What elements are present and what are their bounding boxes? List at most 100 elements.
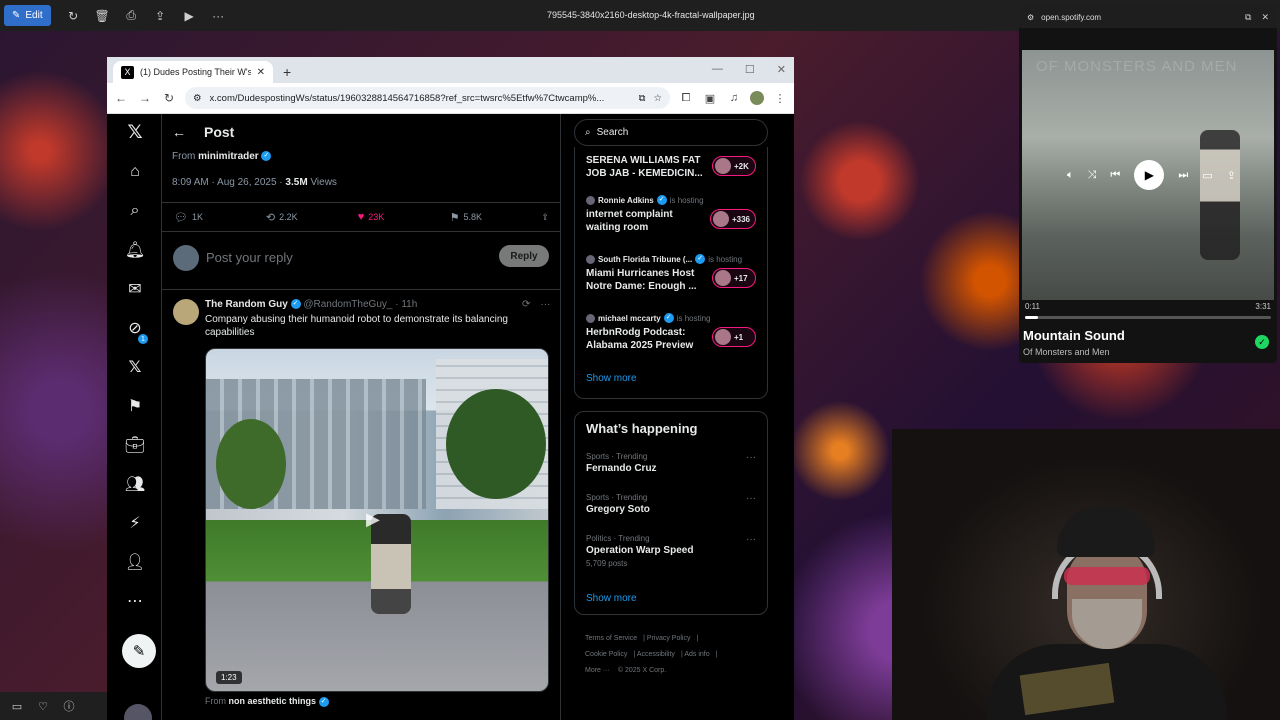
back-to-tab-icon[interactable]: ⧉ xyxy=(1245,12,1251,23)
space-listeners-pill[interactable]: +1 xyxy=(712,327,756,347)
extensions-icon[interactable]: ⧠ xyxy=(678,92,694,105)
bookmark-action[interactable]: ⚑ 5.8K xyxy=(450,211,542,224)
reply-button[interactable]: Reply xyxy=(499,245,549,267)
communities-icon[interactable]: 👥︎ xyxy=(125,474,145,494)
reply-input[interactable]: Post your reply xyxy=(206,250,293,265)
shuffle-icon[interactable]: ⤨ xyxy=(1088,169,1097,182)
share-track-icon[interactable]: ⇪ xyxy=(1227,169,1236,182)
cookie-link[interactable]: Cookie Policy xyxy=(585,651,627,658)
trend-more-icon[interactable]: ··· xyxy=(746,493,756,504)
tweet-author-avatar[interactable] xyxy=(173,299,199,325)
browser-tab[interactable]: X (1) Dudes Posting Their W's on ✕ xyxy=(113,61,273,83)
ads-info-link[interactable]: Ads info xyxy=(684,651,709,658)
trend-item[interactable]: Sports · Trending Gregory Soto ··· xyxy=(586,493,756,515)
compose-post-button[interactable]: ✎ xyxy=(122,634,156,668)
favorite-icon[interactable]: ♡ xyxy=(32,694,54,718)
trend-more-icon[interactable]: ··· xyxy=(746,452,756,463)
terms-link[interactable]: Terms of Service xyxy=(585,635,637,642)
edit-button[interactable]: ✎ Edit xyxy=(4,5,51,26)
url-field[interactable]: ⚙ x.com/DudespostingWs/status/1960328814… xyxy=(185,87,670,109)
explore-search-icon[interactable]: ⌕ xyxy=(125,201,145,221)
maximize-icon[interactable]: ☐ xyxy=(745,63,755,76)
account-avatar[interactable] xyxy=(124,704,152,720)
trend-more-icon[interactable]: ··· xyxy=(746,534,756,545)
install-icon[interactable]: ⧉ xyxy=(639,93,646,104)
site-settings-icon[interactable]: ⚙ xyxy=(1027,13,1034,22)
x-home-logo-icon[interactable]: 𝕏 xyxy=(125,122,145,143)
privacy-link[interactable]: Privacy Policy xyxy=(647,635,691,642)
grok-explain-icon[interactable]: ⟳ xyxy=(522,299,530,310)
reply-action[interactable]: 💬︎ 1K xyxy=(174,211,266,224)
search-input[interactable]: ⌕ Search xyxy=(574,119,768,146)
spaces-show-more-link[interactable]: Show more xyxy=(586,373,637,384)
bookmarks-icon[interactable]: ⚑ xyxy=(125,396,145,416)
filmstrip-icon[interactable]: ▭ xyxy=(6,694,28,718)
repost-action[interactable]: ⟲ 2.2K xyxy=(266,211,358,224)
tweet-from-user[interactable]: non aesthetic things xyxy=(229,696,317,706)
minimize-icon[interactable]: — xyxy=(712,63,723,76)
saved-check-icon[interactable]: ✓ xyxy=(1255,335,1269,349)
tweet-author-name[interactable]: The Random Guy xyxy=(205,299,288,310)
track-title[interactable]: Mountain Sound xyxy=(1023,328,1125,343)
trend-item[interactable]: Politics · Trending Operation Warp Speed… xyxy=(586,534,756,568)
volume-icon[interactable]: 🔈︎ xyxy=(1067,169,1074,182)
space-listeners-pill[interactable]: +336 xyxy=(709,209,756,229)
space-item[interactable]: Ronnie Adkins ✓ is hosting internet compla… xyxy=(586,195,766,234)
info-icon[interactable]: ⓘ xyxy=(58,694,80,718)
profile-avatar[interactable] xyxy=(750,91,764,105)
site-info-icon[interactable]: ⚙ xyxy=(193,93,202,104)
tweet-handle[interactable]: @RandomTheGuy_ xyxy=(303,299,392,310)
play-button[interactable]: ▶ xyxy=(1134,160,1165,190)
premium-x-icon[interactable]: 𝕏 xyxy=(125,357,145,377)
post-time[interactable]: 8:09 AM · Aug 26, 2025 · xyxy=(172,177,283,188)
slideshow-icon[interactable]: ▶ xyxy=(175,4,204,28)
trends-show-more-link[interactable]: Show more xyxy=(586,593,637,604)
reload-icon[interactable]: ↻ xyxy=(161,91,177,105)
new-tab-icon[interactable]: + xyxy=(283,64,291,80)
delete-icon[interactable]: 🗑 xyxy=(88,4,117,28)
back-icon[interactable]: ← xyxy=(113,91,129,105)
connect-device-icon[interactable]: ▭ xyxy=(1202,169,1212,182)
bookmark-star-icon[interactable]: ☆ xyxy=(653,93,662,104)
more-link[interactable]: More ··· xyxy=(585,667,610,674)
progress-bar[interactable] xyxy=(1025,316,1271,319)
space-item[interactable]: SERENA WILLIAMS FAT JOB JAB - KEMEDICIN.… xyxy=(586,154,766,180)
trend-item[interactable]: Sports · Trending Fernando Cruz ··· xyxy=(586,452,756,474)
sidepanel-icon[interactable]: ▣ xyxy=(702,92,718,105)
like-action[interactable]: ♥ 23K xyxy=(358,211,450,223)
space-item[interactable]: michael mccarty ✓ is hosting HerbnRodg Pod… xyxy=(586,313,766,352)
tweet-age[interactable]: · 11h xyxy=(395,299,417,310)
jobs-briefcase-icon[interactable]: 💼︎ xyxy=(125,435,145,455)
home-icon[interactable]: ⌂ xyxy=(125,162,145,182)
grok-icon[interactable]: ⊘ xyxy=(125,318,145,338)
tweet-more-icon[interactable]: ··· xyxy=(540,299,550,310)
space-title: Miami Hurricanes Host Notre Dame: Enough… xyxy=(586,268,697,292)
video-play-icon[interactable]: ▶ xyxy=(366,509,390,533)
close-window-icon[interactable]: ✕ xyxy=(777,63,786,76)
accessibility-link[interactable]: Accessibility xyxy=(637,651,675,658)
share-post-icon[interactable]: ⇪ xyxy=(541,212,549,223)
print-icon[interactable]: ⎙ xyxy=(117,4,146,28)
space-listeners-pill[interactable]: +17 xyxy=(712,268,756,288)
next-track-icon[interactable]: ⏭︎ xyxy=(1178,169,1188,182)
verified-orgs-bolt-icon[interactable]: ⚡︎ xyxy=(125,513,145,533)
browser-menu-icon[interactable]: ⋮ xyxy=(772,92,788,105)
notifications-bell-icon[interactable]: 🔔︎ xyxy=(125,240,145,260)
space-listeners-pill[interactable]: +2K xyxy=(712,156,756,176)
close-tab-icon[interactable]: ✕ xyxy=(257,67,265,78)
back-arrow-icon[interactable]: ← xyxy=(172,124,186,140)
forward-icon[interactable]: → xyxy=(137,91,153,105)
artist-name[interactable]: Of Monsters and Men xyxy=(1023,347,1110,357)
more-circle-icon[interactable]: ⋯ xyxy=(125,591,145,611)
messages-envelope-icon[interactable]: ✉ xyxy=(125,279,145,299)
media-controls-icon[interactable]: ♫ xyxy=(726,92,742,104)
profile-icon[interactable]: 👤︎ xyxy=(125,552,145,572)
rotate-icon[interactable]: ↻ xyxy=(59,4,88,28)
previous-track-icon[interactable]: ⏮︎ xyxy=(1110,169,1120,182)
more-icon[interactable]: ··· xyxy=(204,4,233,28)
share-icon[interactable]: ⇪ xyxy=(146,4,175,28)
space-item[interactable]: South Florida Tribune (... ✓ is hosting Mi… xyxy=(586,254,766,293)
from-user-link[interactable]: minimitrader xyxy=(198,151,259,162)
close-pip-icon[interactable]: ✕ xyxy=(1261,12,1269,23)
tweet-video[interactable]: ▶ 1:23 xyxy=(205,348,549,692)
